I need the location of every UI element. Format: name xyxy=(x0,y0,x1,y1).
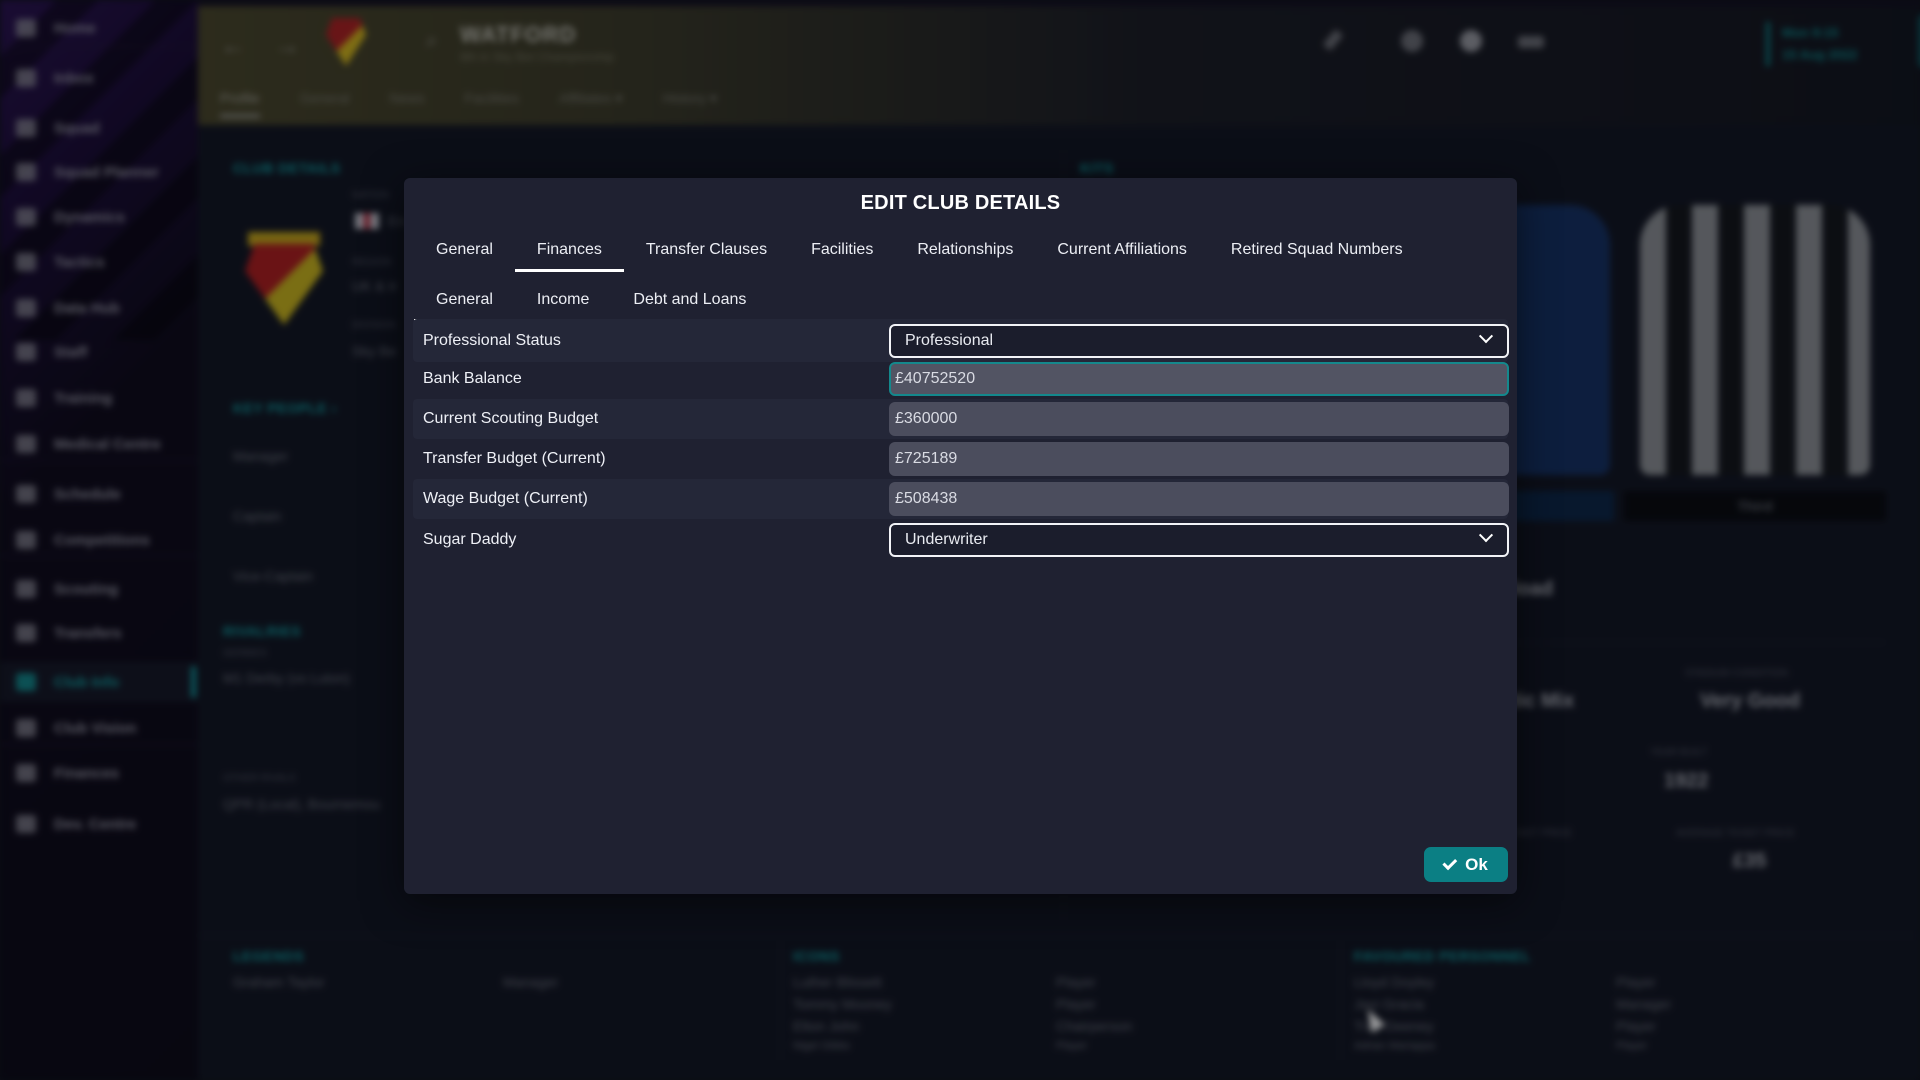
wage-budget-input[interactable] xyxy=(895,490,1509,508)
tab-current-affiliations[interactable]: Current Affiliations xyxy=(1035,230,1209,270)
tab-finances[interactable]: Finances xyxy=(514,230,624,272)
transfer-budget-input[interactable] xyxy=(895,450,1509,468)
subtab-general[interactable]: General xyxy=(414,280,515,322)
checkmark-icon xyxy=(1442,854,1458,870)
bank-balance-label: Bank Balance xyxy=(423,370,522,387)
ok-button[interactable]: Ok xyxy=(1424,847,1508,882)
tab-relationships[interactable]: Relationships xyxy=(895,230,1035,270)
professional-status-label: Professional Status xyxy=(423,331,561,349)
row-professional-status: Professional Status Professional xyxy=(413,319,1509,362)
row-bank-balance: Bank Balance xyxy=(413,362,1509,396)
wage-budget-label: Wage Budget (Current) xyxy=(423,490,588,507)
professional-status-value: Professional xyxy=(905,331,994,349)
finance-subtabs: General Income Debt and Loans xyxy=(414,280,768,322)
dialog-title: EDIT CLUB DETAILS xyxy=(860,192,1061,214)
row-sugar-daddy: Sugar Daddy Underwriter xyxy=(413,519,1509,561)
bank-balance-input[interactable] xyxy=(895,370,1507,388)
sugar-daddy-select[interactable]: Underwriter xyxy=(889,523,1509,557)
tab-general[interactable]: General xyxy=(414,230,515,270)
edit-club-details-dialog: EDIT CLUB DETAILS General Finances Trans… xyxy=(404,178,1517,894)
scouting-budget-label: Current Scouting Budget xyxy=(423,410,599,427)
transfer-budget-label: Transfer Budget (Current) xyxy=(423,450,606,467)
row-wage-budget: Wage Budget (Current) xyxy=(413,479,1509,519)
bank-balance-field[interactable] xyxy=(889,362,1509,396)
tab-retired-squad-numbers[interactable]: Retired Squad Numbers xyxy=(1209,230,1425,270)
row-scouting-budget: Current Scouting Budget xyxy=(413,399,1509,439)
scouting-budget-input[interactable] xyxy=(895,410,1509,428)
wage-budget-field[interactable] xyxy=(889,482,1509,516)
dialog-tabs: General Finances Transfer Clauses Facili… xyxy=(414,230,1425,272)
professional-status-select[interactable]: Professional xyxy=(889,323,1509,358)
scouting-budget-field[interactable] xyxy=(889,402,1509,436)
tab-transfer-clauses[interactable]: Transfer Clauses xyxy=(624,230,789,270)
row-transfer-budget: Transfer Budget (Current) xyxy=(413,439,1509,479)
chevron-down-icon xyxy=(1478,328,1494,343)
transfer-budget-field[interactable] xyxy=(889,442,1509,476)
sugar-daddy-label: Sugar Daddy xyxy=(423,531,517,548)
sugar-daddy-value: Underwriter xyxy=(905,531,988,548)
chevron-down-icon xyxy=(1478,528,1494,543)
ok-label: Ok xyxy=(1465,854,1488,874)
finance-form: Professional Status Professional Bank Ba… xyxy=(413,319,1509,561)
subtab-income[interactable]: Income xyxy=(515,280,611,320)
tab-facilities[interactable]: Facilities xyxy=(789,230,895,270)
subtab-debt-and-loans[interactable]: Debt and Loans xyxy=(611,280,768,320)
